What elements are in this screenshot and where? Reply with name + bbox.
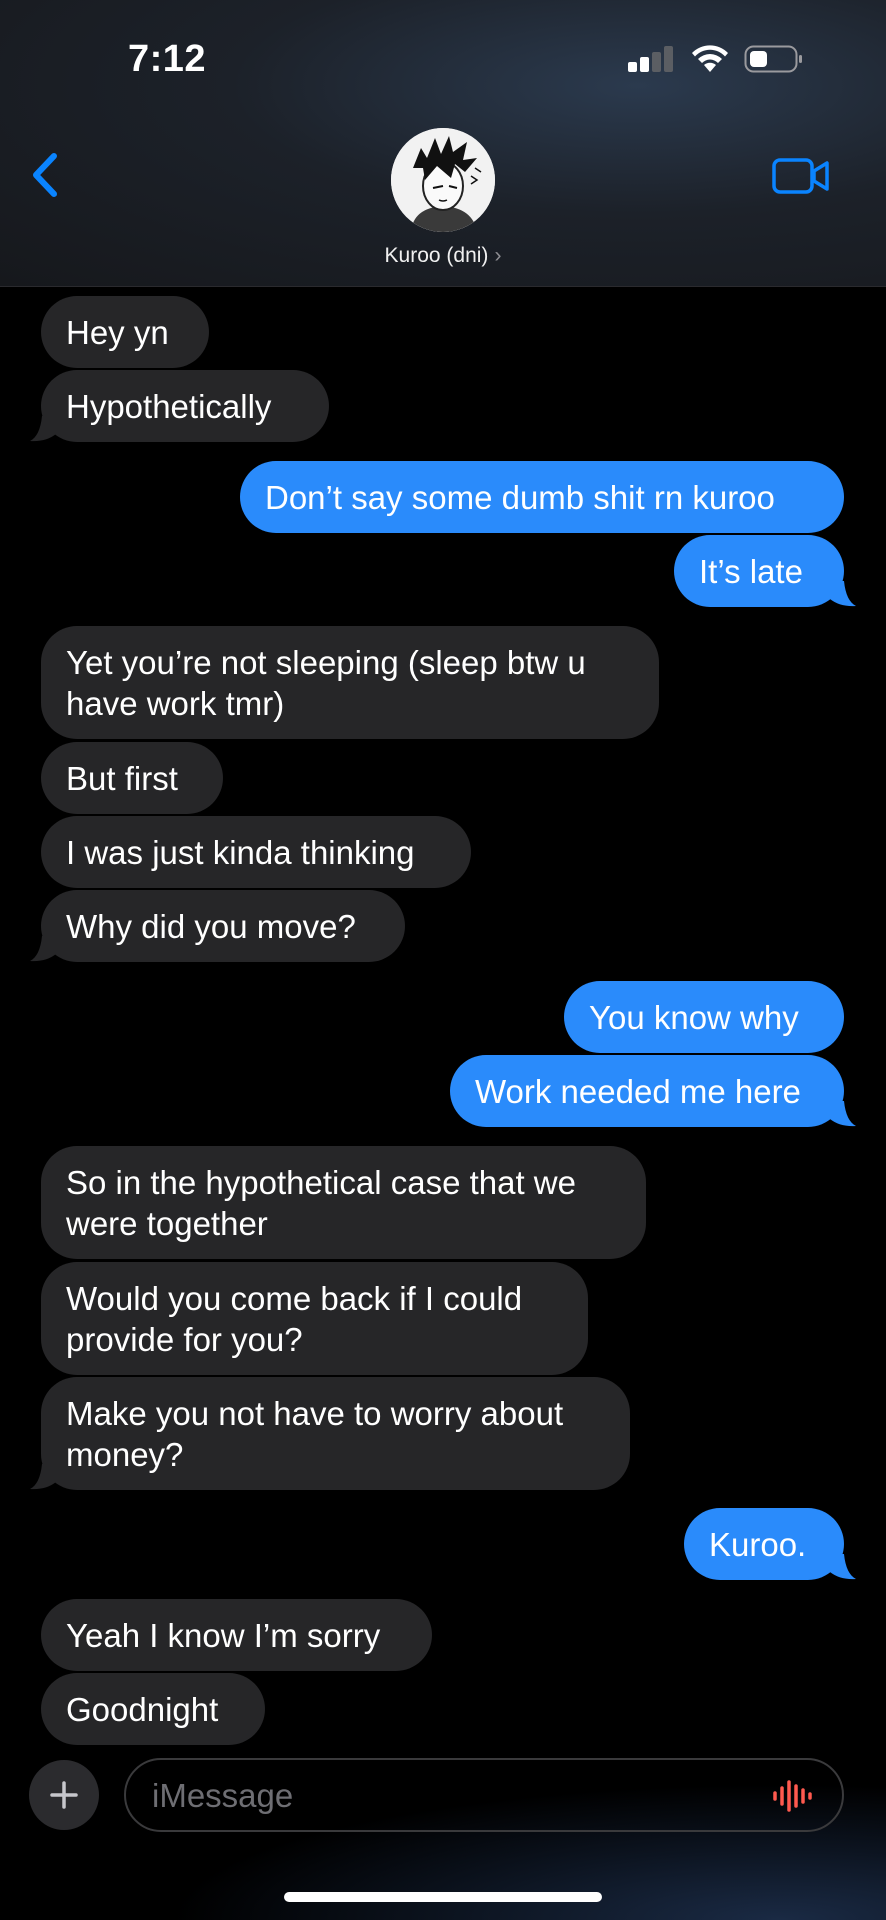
composer-bar [0, 1746, 886, 1846]
wifi-icon [692, 45, 728, 72]
message-text: Work needed me here [475, 1073, 801, 1110]
incoming-message-bubble[interactable]: Make you not have to worry about money? [41, 1377, 630, 1490]
avatar-drawing [391, 128, 495, 232]
bubble-tail [830, 581, 856, 607]
plus-icon [50, 1781, 78, 1809]
incoming-message-bubble[interactable]: I was just kinda thinking [41, 816, 471, 888]
incoming-message-bubble[interactable]: Yet you’re not sleeping (sleep btw u have… [41, 626, 659, 739]
bubble-tail [30, 1464, 56, 1490]
message-text: Yet you’re not sleeping (sleep btw u [66, 644, 586, 681]
message-input[interactable] [150, 1770, 734, 1822]
message-text: Would you come back if I could [66, 1280, 523, 1317]
outgoing-message-bubble[interactable]: Work needed me here [450, 1055, 844, 1127]
message-field[interactable] [124, 1758, 844, 1832]
incoming-message-bubble[interactable]: Why did you move? [41, 890, 405, 962]
video-camera-icon[interactable] [772, 156, 830, 196]
incoming-message-bubble[interactable]: Goodnight [41, 1673, 265, 1745]
incoming-message-bubble[interactable]: So in the hypothetical case that we were … [41, 1146, 646, 1259]
bubble-tail [830, 1554, 856, 1580]
plus-button[interactable] [29, 1760, 99, 1830]
contact-name: Kuroo (dni) [384, 244, 489, 267]
message-text: were together [66, 1205, 268, 1242]
message-text: So in the hypothetical case that we [66, 1164, 576, 1201]
conversation-header: 7:12 Kuroo (dni) › [0, 0, 886, 287]
incoming-message-bubble[interactable]: Hey yn [41, 296, 209, 368]
message-text: Hey yn [66, 314, 169, 351]
incoming-message-bubble[interactable]: Yeah I know I’m sorry [41, 1599, 432, 1671]
message-text: provide for you? [66, 1321, 303, 1358]
outgoing-message-bubble[interactable]: You know why [564, 981, 844, 1053]
message-text: Hypothetically [66, 388, 272, 425]
incoming-message-bubble[interactable]: But first [41, 742, 223, 814]
bubble-tail [830, 1101, 856, 1127]
battery-icon [744, 45, 802, 73]
message-text: Why did you move? [66, 908, 356, 945]
cellular-signal-icon [628, 46, 674, 72]
incoming-message-bubble[interactable]: Would you come back if I could provide fo… [41, 1262, 588, 1375]
message-text: It’s late [699, 553, 803, 590]
message-text: But first [66, 760, 178, 797]
bubble-tail [30, 936, 56, 962]
contact-avatar[interactable] [391, 128, 495, 232]
home-indicator [284, 1892, 602, 1902]
message-text: Kuroo. [709, 1526, 807, 1563]
outgoing-message-bubble[interactable]: Don’t say some dumb shit rn kuroo [240, 461, 844, 533]
message-text: I was just kinda thinking [66, 834, 415, 871]
message-text: Goodnight [66, 1691, 219, 1728]
outgoing-message-bubble[interactable]: Kuroo. [684, 1508, 844, 1580]
status-time: 7:12 [128, 38, 207, 80]
message-text: Don’t say some dumb shit rn kuroo [265, 479, 775, 516]
message-text: You know why [589, 999, 799, 1036]
message-text: money? [66, 1436, 184, 1473]
message-text: have work tmr) [66, 685, 285, 722]
back-chevron-icon[interactable] [26, 150, 66, 200]
bubble-tail [30, 416, 56, 442]
contact-name-link[interactable]: Kuroo (dni) › [0, 244, 886, 268]
message-text: Make you not have to worry about [66, 1395, 564, 1432]
chevron-right-icon: › [494, 244, 502, 267]
message-text: Yeah I know I’m sorry [66, 1617, 381, 1654]
outgoing-message-bubble[interactable]: It’s late [674, 535, 844, 607]
incoming-message-bubble[interactable]: Hypothetically [41, 370, 329, 442]
audio-waveform-icon[interactable] [772, 1780, 812, 1812]
